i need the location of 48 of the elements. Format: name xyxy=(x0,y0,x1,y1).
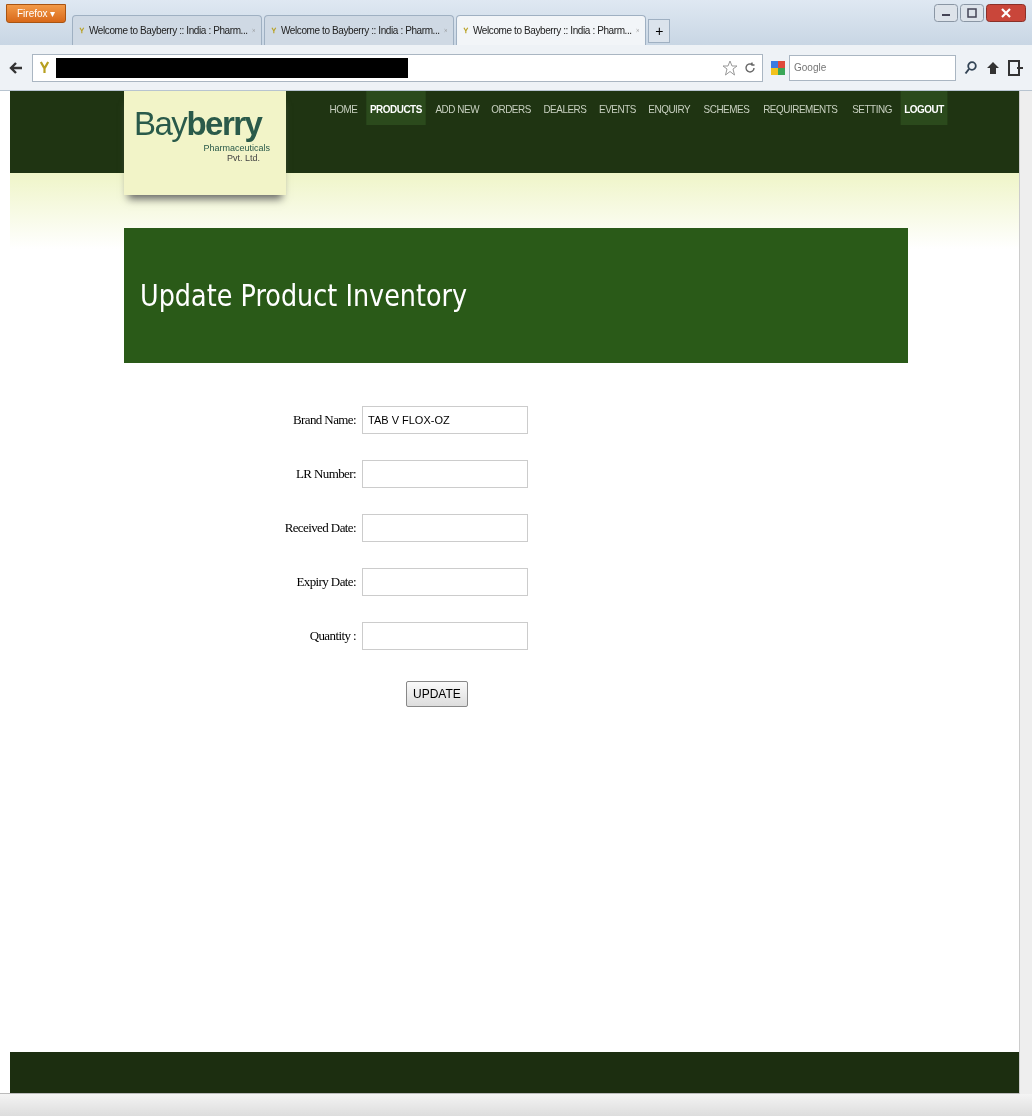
horizontal-scrollbar[interactable] xyxy=(0,1093,1032,1116)
input-field[interactable] xyxy=(362,568,528,596)
nav-link[interactable]: SCHEMES xyxy=(699,91,753,125)
addon-icon[interactable] xyxy=(1008,59,1024,76)
search-engine-icon xyxy=(771,60,785,75)
input-field[interactable] xyxy=(362,460,528,488)
maximize-icon[interactable] xyxy=(960,4,984,22)
field-label: Expiry Date: xyxy=(295,574,357,590)
update-button[interactable]: UPDATE xyxy=(406,681,468,707)
nav-link[interactable]: LOGOUT xyxy=(900,91,948,125)
search-field[interactable]: Google xyxy=(789,54,956,81)
search-icon[interactable] xyxy=(964,60,978,75)
tab-title: Welcome to Bayberry :: India : Pharm... xyxy=(473,25,632,36)
input-field[interactable] xyxy=(362,622,528,650)
browser-tab[interactable]: Welcome to Bayberry :: India : Pharm... xyxy=(264,15,455,45)
browser-tab[interactable]: Welcome to Bayberry :: India : Pharm... xyxy=(72,15,263,45)
field-label: Received Date: xyxy=(283,520,357,536)
input-field[interactable]: TAB V FLOX-OZ xyxy=(362,406,528,434)
field-label: Brand Name: xyxy=(291,412,357,428)
nav-link[interactable]: ORDERS xyxy=(487,91,535,125)
logo-text: Bayberry xyxy=(134,105,276,143)
input-field[interactable] xyxy=(362,514,528,542)
nav-link[interactable]: PRODUCTS xyxy=(366,91,426,125)
home-icon[interactable] xyxy=(986,60,1000,75)
back-icon[interactable] xyxy=(8,59,24,76)
nav-link[interactable]: ENQUIRY xyxy=(644,91,694,125)
logo-subtitle: Pharmaceuticals xyxy=(203,142,270,153)
nav-link[interactable]: ADD NEW xyxy=(431,91,483,125)
logo-card[interactable]: Bayberry Pharmaceuticals Pvt. Ltd. xyxy=(124,91,286,195)
tab-title: Welcome to Bayberry :: India : Pharm... xyxy=(281,25,440,36)
minimize-icon[interactable] xyxy=(934,4,958,22)
logo-subtitle: Pvt. Ltd. xyxy=(225,152,260,163)
field-label: LR Number: xyxy=(294,466,357,482)
nav-link[interactable]: EVENTS xyxy=(595,91,640,125)
close-icon[interactable] xyxy=(986,4,1026,22)
page-title: Update Product Inventory xyxy=(140,278,468,313)
star-icon[interactable] xyxy=(722,59,738,76)
new-tab-button[interactable]: + xyxy=(648,19,671,43)
tab-title: Welcome to Bayberry :: India : Pharm... xyxy=(89,25,248,36)
vertical-scrollbar[interactable] xyxy=(1019,91,1032,1094)
reload-icon[interactable] xyxy=(744,61,756,74)
address-field[interactable] xyxy=(32,53,763,82)
browser-tab[interactable]: Welcome to Bayberry :: India : Pharm... xyxy=(456,15,647,45)
nav-link[interactable]: REQUIREMENTS xyxy=(760,91,842,125)
nav-link[interactable]: HOME xyxy=(325,91,362,125)
nav-link[interactable]: SETTING xyxy=(848,91,896,125)
field-label: Quantity : xyxy=(308,628,357,644)
nav-link[interactable]: DEALERS xyxy=(540,91,591,125)
